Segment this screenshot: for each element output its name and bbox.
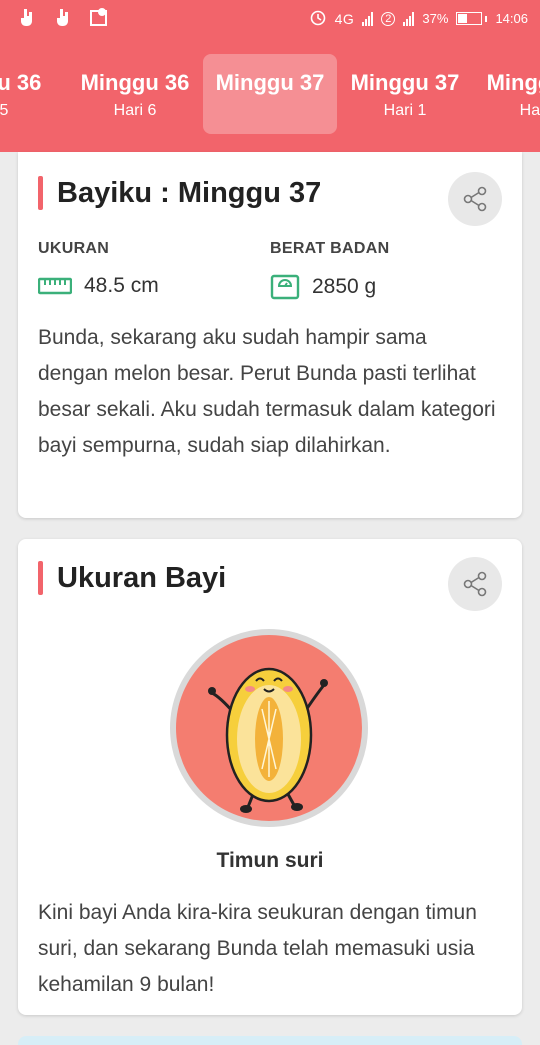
- battery-percent: 37%: [422, 11, 449, 26]
- share-button[interactable]: [448, 557, 502, 611]
- tab-week-label: Minggu 36: [80, 70, 190, 95]
- hand-notification-icon: [16, 6, 38, 28]
- share-icon: [463, 186, 487, 212]
- fruit-illustration: [170, 629, 368, 827]
- battery-icon: [456, 12, 488, 25]
- melon-character-icon: [208, 667, 328, 813]
- size-label: UKURAN: [38, 240, 110, 257]
- tab-day-label: Hari 1: [383, 102, 427, 119]
- share-button[interactable]: [448, 172, 502, 226]
- hand-notification-icon: [52, 6, 74, 28]
- sim2-badge: 2: [381, 11, 396, 26]
- ruler-icon: [38, 277, 72, 295]
- tab-day-label: Hari 2: [519, 102, 540, 119]
- baby-size-card: Ukuran Bayi Timun suri Kini bayi Anda ki…: [18, 539, 522, 1015]
- size-card-title: Ukuran Bayi: [57, 561, 227, 594]
- signal-icon: [362, 11, 374, 26]
- clock: 14:06: [495, 11, 528, 26]
- tab-minggu-37[interactable]: Minggu 37: [203, 54, 337, 134]
- tab-minggu-37-hari-2[interactable]: Minggu 37 Hari 2: [474, 54, 540, 134]
- title-accent-bar: [38, 176, 43, 210]
- baby-description: Bunda, sekarang aku sudah hampir sama de…: [38, 326, 496, 457]
- alarm-icon: [309, 8, 327, 29]
- status-bar: 4G 2 37% 14:06: [0, 0, 540, 36]
- tab-minggu-36-hari-6[interactable]: Minggu 36 Hari 6: [68, 54, 202, 134]
- baby-info-card: Bayiku : Minggu 37 UKURAN 48.5 cm BERAT …: [18, 152, 522, 518]
- card-title: Bayiku : Minggu 37: [38, 176, 321, 210]
- tab-week-label: Minggu 37: [215, 70, 325, 95]
- tab-day-label: Hari 6: [113, 102, 157, 119]
- signal-icon: [403, 11, 415, 26]
- tab-week-label: Minggu 36: [0, 70, 42, 95]
- next-card-peek: [18, 1036, 522, 1045]
- fruit-name: Timun suri: [216, 849, 324, 872]
- network-type: 4G: [334, 10, 355, 27]
- baby-card-title: Bayiku : Minggu 37: [57, 176, 322, 209]
- card-title: Ukuran Bayi: [38, 561, 226, 595]
- week-tabs: Minggu 36 Hari 5 Minggu 36 Hari 6 Minggu…: [0, 36, 540, 152]
- tab-week-label: Minggu 37: [350, 70, 460, 95]
- size-stat: UKURAN 48.5 cm: [38, 240, 159, 298]
- scale-icon: [270, 274, 300, 300]
- tab-day-label: Hari 5: [0, 102, 9, 119]
- weight-label: BERAT BADAN: [270, 240, 390, 257]
- size-value: 48.5 cm: [84, 274, 159, 297]
- size-description: Kini bayi Anda kira-kira seukuran dengan…: [38, 901, 477, 996]
- weight-stat: BERAT BADAN 2850 g: [270, 240, 389, 300]
- map-icon: [88, 6, 110, 28]
- tab-minggu-36-hari-5[interactable]: Minggu 36 Hari 5: [0, 54, 54, 134]
- tab-week-label: Minggu 37: [486, 70, 540, 95]
- title-accent-bar: [38, 561, 43, 595]
- share-icon: [463, 571, 487, 597]
- weight-value: 2850 g: [312, 275, 377, 298]
- tab-minggu-37-hari-1[interactable]: Minggu 37 Hari 1: [338, 54, 472, 134]
